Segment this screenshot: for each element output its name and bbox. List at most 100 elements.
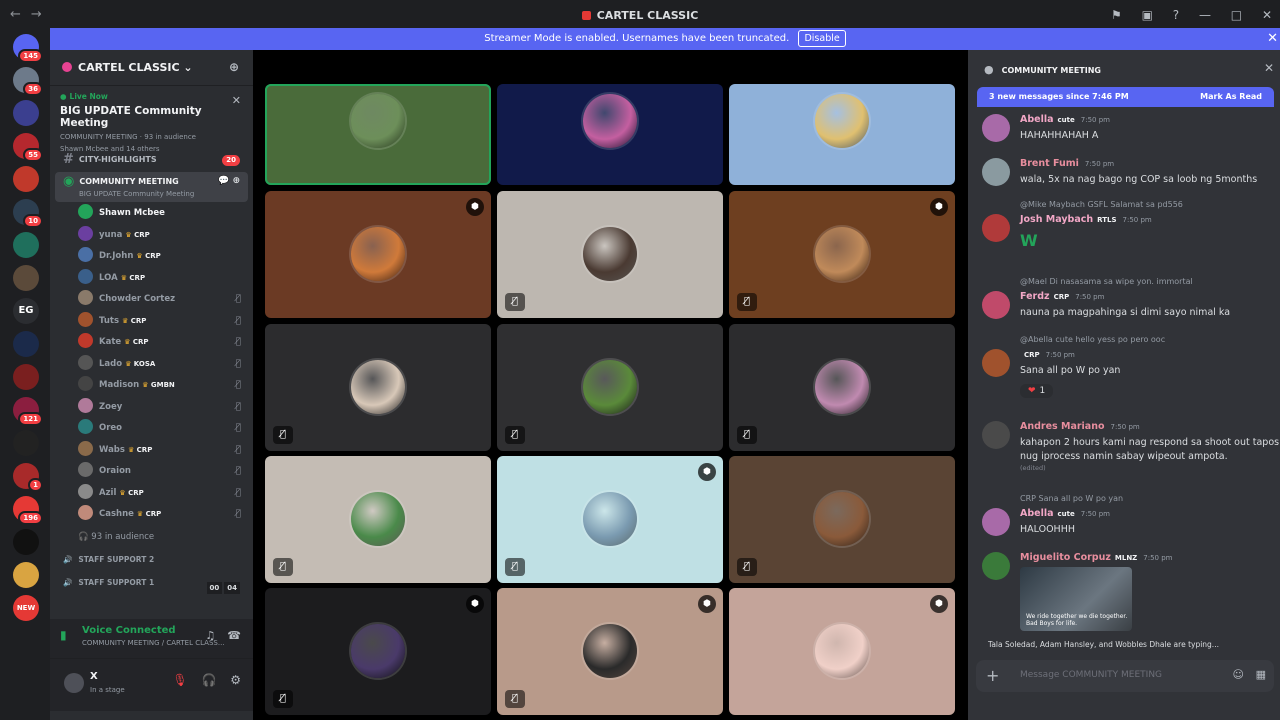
invite-icon[interactable]: ⊕ <box>229 60 239 74</box>
author-name[interactable]: Josh Maybach <box>1020 214 1093 225</box>
audience-count[interactable]: 🎧 93 in audience <box>78 526 253 548</box>
participant-tile[interactable]: 🎙̸ ⬢ <box>497 456 723 583</box>
server-icon[interactable] <box>13 430 39 456</box>
author-name[interactable]: Abella <box>1020 508 1054 519</box>
emoji-icon[interactable]: ☺ <box>1233 668 1244 681</box>
server-icon[interactable] <box>13 166 39 192</box>
participant-tile[interactable]: 🎙̸ ⬢ <box>265 588 491 715</box>
server-icon[interactable]: 196 <box>13 496 43 525</box>
chat-message[interactable]: @Abella cute hello yess po pero ooc CRP 7:… <box>968 335 1280 398</box>
participant-tile[interactable]: 🎙̸ <box>265 324 491 451</box>
chat-message[interactable]: Miguelito Corpuz MLNZ 7:50 pm We ride toget… <box>968 552 1280 631</box>
mark-as-read-button[interactable]: Mark As Read <box>1200 87 1262 107</box>
chat-message[interactable]: Abella cute 7:50 pm HAHAHHAHAH A <box>968 114 1280 143</box>
mute-icon[interactable]: 🎙 <box>172 673 187 687</box>
author-avatar[interactable] <box>982 552 1010 580</box>
participant-tile[interactable]: 🎙̸ <box>729 456 955 583</box>
image-attachment[interactable]: We ride together we die together. Bad Bo… <box>1020 567 1132 631</box>
stage-member[interactable]: LOACRP <box>78 268 253 290</box>
author-avatar[interactable] <box>982 291 1010 319</box>
author-avatar[interactable] <box>982 349 1010 377</box>
help-icon[interactable]: ? <box>1173 8 1179 22</box>
server-icon[interactable] <box>13 331 39 357</box>
titlebar-controls[interactable]: ⚑ ▣ ? — □ ✕ <box>1095 8 1272 22</box>
author-name[interactable]: Ferdz <box>1020 291 1050 302</box>
stage-member[interactable]: Oraion 🎙̸ <box>78 461 253 483</box>
voice-channel[interactable]: 🔊 STAFF SUPPORT 1 00 04 <box>55 572 248 594</box>
reply-preview[interactable]: @Mike Maybach GSFL Salamat sa pd556 <box>1020 200 1280 214</box>
server-header[interactable]: CARTEL CLASSIC ⌄ ⊕ <box>50 50 253 86</box>
author-avatar[interactable] <box>982 214 1010 242</box>
event-close-icon[interactable]: ✕ <box>232 94 241 107</box>
stage-member[interactable]: WabsCRP 🎙̸ <box>78 440 253 462</box>
apps-icon[interactable]: ▦ <box>1256 668 1266 681</box>
server-icon[interactable] <box>13 265 39 291</box>
author-name[interactable]: Brent Fumi <box>1020 158 1079 169</box>
headphones-icon[interactable]: 🎧 <box>201 673 216 687</box>
server-icon[interactable] <box>13 232 39 258</box>
server-icon[interactable]: 1 <box>13 463 43 492</box>
stage-member[interactable]: AzilCRP 🎙̸ <box>78 483 253 505</box>
user-avatar[interactable] <box>64 673 84 693</box>
author-avatar[interactable] <box>982 158 1010 186</box>
stage-member[interactable]: Zoey 🎙̸ <box>78 397 253 419</box>
reply-preview[interactable]: @Mael Di nasasama sa wipe yon. immortal <box>1020 277 1280 291</box>
server-icon[interactable]: 36 <box>13 67 43 96</box>
flag-icon[interactable]: ⚑ <box>1111 8 1122 22</box>
chat-message[interactable]: CRP Sana all po W po yan Abella cute 7:50 p… <box>968 494 1280 537</box>
stage-member[interactable]: Dr.JohnCRP <box>78 246 253 268</box>
settings-icon[interactable]: ⚙ <box>230 673 241 687</box>
reply-preview[interactable]: @Abella cute hello yess po pero ooc <box>1020 335 1280 349</box>
author-avatar[interactable] <box>982 508 1010 536</box>
maximize-icon[interactable]: □ <box>1231 8 1242 22</box>
channel-community-meeting[interactable]: ◉ COMMUNITY MEETING BIG UPDATE Community … <box>55 172 248 202</box>
banner-close-icon[interactable]: ✕ <box>1267 28 1278 50</box>
stage-member[interactable]: TutsCRP 🎙̸ <box>78 311 253 333</box>
participant-tile[interactable] <box>497 84 723 185</box>
participant-tile[interactable]: 🎙̸ ⬢ <box>497 588 723 715</box>
voice-channel[interactable]: 🔊 STAFF SUPPORT 2 <box>55 549 248 571</box>
server-icon[interactable]: 145 <box>13 34 43 63</box>
participant-tile[interactable] <box>265 84 491 185</box>
minimize-icon[interactable]: — <box>1199 8 1211 22</box>
chat-message[interactable]: @Mike Maybach GSFL Salamat sa pd556 Josh … <box>968 200 1280 250</box>
participant-tile[interactable] <box>729 84 955 185</box>
close-icon[interactable]: ✕ <box>1262 8 1272 22</box>
stage-member[interactable]: LadoKOSA 🎙̸ <box>78 354 253 376</box>
channel-city-highlights[interactable]: # CITY-HIGHLIGHTS 20 <box>55 149 248 171</box>
server-icon[interactable]: 10 <box>13 199 43 228</box>
disconnect-icon[interactable]: ☎ <box>227 629 241 642</box>
server-icon[interactable] <box>13 100 39 126</box>
participant-tile[interactable]: ⬢ <box>265 191 491 318</box>
author-name[interactable]: Miguelito Corpuz <box>1020 552 1111 563</box>
author-name[interactable]: Abella <box>1020 114 1054 125</box>
participant-tile[interactable]: 🎙̸ <box>729 324 955 451</box>
participant-tile[interactable]: 🎙̸ <box>265 456 491 583</box>
disable-streamer-button[interactable]: Disable <box>798 30 846 47</box>
stage-member[interactable]: Chowder Cortez 🎙̸ <box>78 289 253 311</box>
user-name[interactable]: X <box>90 671 98 682</box>
stage-member[interactable]: KateCRP 🎙̸ <box>78 332 253 354</box>
server-icon[interactable]: EG <box>13 298 39 324</box>
stage-member[interactable]: Oreo 🎙̸ <box>78 418 253 440</box>
participant-tile[interactable]: ⬢ <box>729 588 955 715</box>
message-input[interactable]: Message COMMUNITY MEETING <box>1020 670 1162 680</box>
participant-tile[interactable]: 🎙̸ ⬢ <box>729 191 955 318</box>
stage-member[interactable]: yunaCRP <box>78 225 253 247</box>
channel-actions[interactable]: 💬 ⊕ <box>218 175 240 188</box>
stage-member[interactable]: MadisonGMBN 🎙̸ <box>78 375 253 397</box>
server-icon[interactable]: 55 <box>13 133 43 162</box>
author-name[interactable]: Andres Mariano <box>1020 421 1105 432</box>
participant-tile[interactable]: 🎙̸ <box>497 324 723 451</box>
chat-message[interactable]: Andres Mariano 7:50 pm kahapon 2 hours kam… <box>968 421 1280 472</box>
server-icon[interactable]: 121 <box>13 397 43 426</box>
message-composer[interactable]: + Message COMMUNITY MEETING ☺ ▦ <box>976 660 1274 692</box>
new-messages-bar[interactable]: 3 new messages since 7:46 PM Mark As Rea… <box>977 87 1274 107</box>
reply-preview[interactable]: CRP Sana all po W po yan <box>1020 494 1280 508</box>
live-event-card[interactable]: Live Now BIG UPDATE Community Meeting CO… <box>50 86 253 153</box>
stage-member[interactable]: Shawn Mcbee <box>78 203 253 225</box>
chat-message[interactable]: @Mael Di nasasama sa wipe yon. immortal F… <box>968 277 1280 320</box>
chat-message[interactable]: Brent Fumi 7:50 pm wala, 5x na nag bago ng… <box>968 158 1280 187</box>
server-icon[interactable] <box>13 562 39 588</box>
inbox-icon[interactable]: ▣ <box>1142 8 1153 22</box>
